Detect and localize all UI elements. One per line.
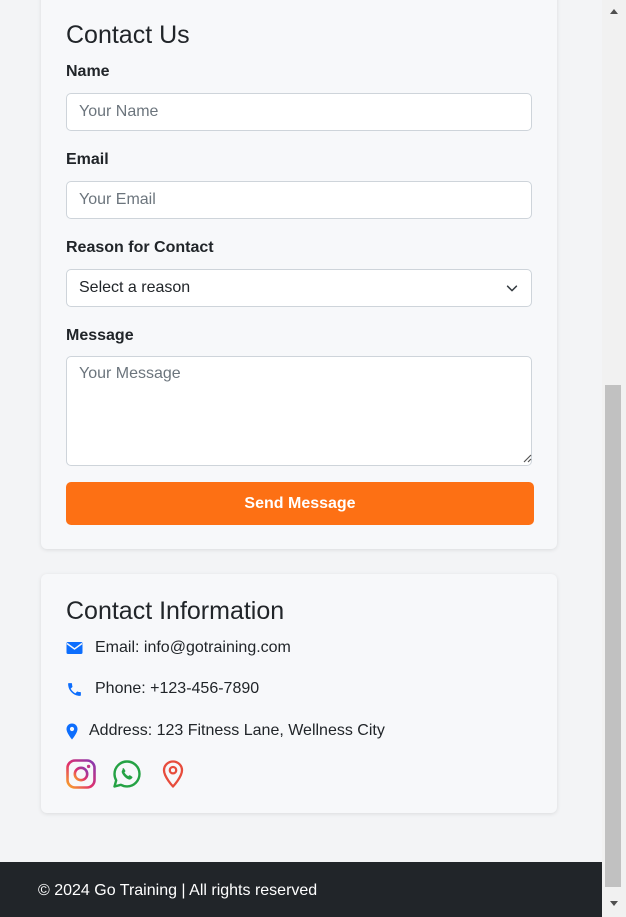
contact-email-row: Email: info@gotraining.com (66, 639, 291, 657)
send-message-button[interactable]: Send Message (66, 482, 534, 525)
email-label: Email (66, 151, 109, 168)
contact-email-text: Email: info@gotraining.com (95, 639, 291, 656)
contact-address-row: Address: 123 Fitness Lane, Wellness City (66, 722, 385, 740)
instagram-icon[interactable] (66, 759, 96, 789)
page-viewport: Contact Us Name Email Reason for Contact… (0, 0, 602, 917)
contact-info-card: Contact Information Email: info@gotraini… (41, 574, 557, 813)
scroll-down-arrow-icon[interactable] (606, 895, 622, 911)
reason-label: Reason for Contact (66, 239, 214, 256)
message-textarea[interactable] (66, 356, 532, 466)
social-links (66, 759, 188, 789)
map-pin-icon[interactable] (158, 759, 188, 789)
chevron-down-icon (506, 285, 518, 292)
envelope-icon (66, 642, 83, 654)
location-pin-icon (66, 723, 78, 739)
contact-address-text: Address: 123 Fitness Lane, Wellness City (89, 722, 385, 739)
vertical-scrollbar[interactable] (602, 0, 626, 917)
contact-phone-row: Phone: +123-456-7890 (66, 680, 259, 698)
contact-info-title: Contact Information (66, 597, 285, 625)
reason-selected-value: Select a reason (79, 279, 191, 296)
page-footer: © 2024 Go Training | All rights reserved (0, 862, 602, 917)
message-wrapper (41, 356, 557, 466)
reason-select[interactable]: Select a reason (66, 269, 532, 307)
message-label: Message (66, 327, 134, 344)
email-input[interactable] (66, 181, 532, 219)
name-label: Name (66, 63, 110, 80)
contact-form-title: Contact Us (66, 21, 190, 49)
contact-form-card: Contact Us Name Email Reason for Contact… (41, 0, 557, 549)
footer-copyright: © 2024 Go Training | All rights reserved (38, 882, 318, 899)
whatsapp-icon[interactable] (112, 759, 142, 789)
name-input[interactable] (66, 93, 532, 131)
contact-phone-text: Phone: +123-456-7890 (95, 680, 260, 697)
phone-icon (68, 682, 81, 696)
resize-grip-icon[interactable] (522, 453, 532, 463)
scrollbar-thumb[interactable] (605, 385, 621, 887)
scroll-up-arrow-icon[interactable] (606, 4, 622, 20)
